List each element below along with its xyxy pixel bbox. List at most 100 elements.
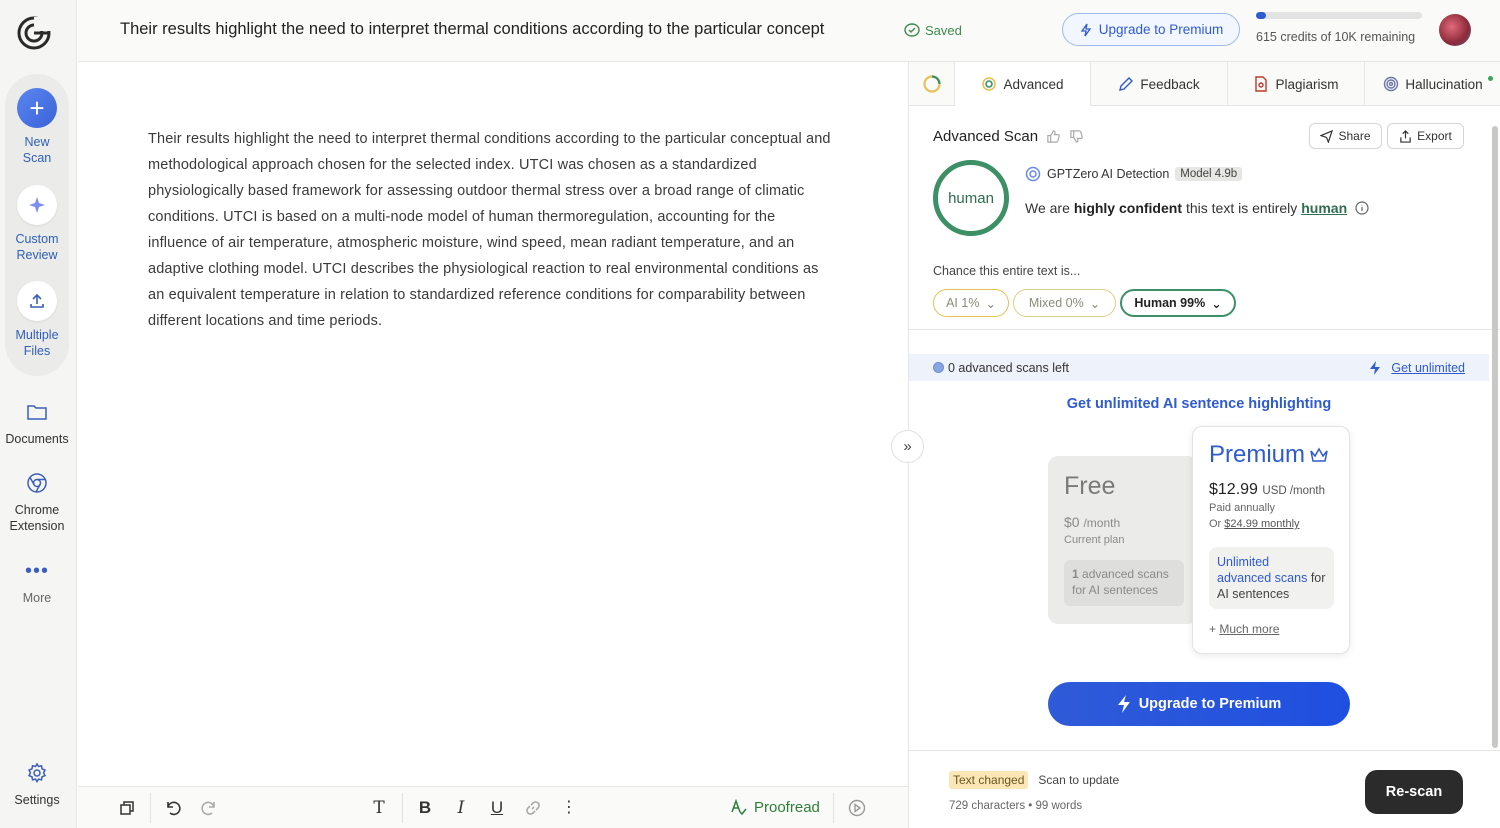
- result-gauge: human: [933, 160, 1009, 236]
- get-unlimited-link[interactable]: Get unlimited: [1369, 360, 1465, 375]
- chance-label: Chance this entire text is...: [933, 264, 1081, 278]
- play-button[interactable]: [846, 797, 868, 819]
- paid-annually-label: Paid annually: [1209, 502, 1276, 514]
- redo-button[interactable]: [198, 797, 220, 819]
- get-unlimited-label: Get unlimited: [1391, 360, 1465, 375]
- underline-button[interactable]: U: [486, 797, 508, 819]
- panel-scrollbar[interactable]: [1491, 114, 1499, 748]
- info-icon[interactable]: [1355, 201, 1369, 215]
- advanced-scan-title: Advanced Scan: [933, 128, 1039, 145]
- new-scan-label: New Scan: [22, 135, 52, 165]
- advanced-scan-icon: [982, 77, 997, 91]
- tab-plagiarism-label: Plagiarism: [1275, 76, 1339, 92]
- document-title[interactable]: Their results highlight the need to inte…: [120, 20, 824, 39]
- check-circle-icon: [904, 23, 920, 37]
- verdict-result: human: [1301, 200, 1348, 216]
- premium-plan-card[interactable]: Premium $12.99 USD /month Paid annually …: [1192, 426, 1350, 654]
- monthly-price-link[interactable]: $24.99 monthly: [1224, 518, 1299, 530]
- human-probability-chip[interactable]: Human 99% ⌄: [1120, 289, 1236, 317]
- thumbs-down-icon[interactable]: [1069, 129, 1084, 144]
- verdict-prefix: We are: [1025, 200, 1070, 216]
- tab-hallucination-label: Hallucination: [1405, 76, 1483, 92]
- divider: [909, 750, 1500, 751]
- share-button[interactable]: Share: [1309, 123, 1382, 149]
- avatar[interactable]: [1439, 14, 1471, 46]
- tab-plagiarism[interactable]: Plagiarism: [1228, 62, 1365, 106]
- credits-progress-fill: [1256, 12, 1267, 19]
- tab-feedback[interactable]: Feedback: [1091, 62, 1228, 106]
- redo-icon: [201, 801, 215, 816]
- upgrade-premium-top-button[interactable]: Upgrade to Premium: [1062, 13, 1240, 46]
- tab-hallucination[interactable]: Hallucination: [1365, 62, 1500, 106]
- model-badge: Model 4.9b: [1175, 167, 1243, 181]
- documents-label: Documents: [5, 432, 69, 446]
- bold-button[interactable]: B: [414, 797, 436, 819]
- more-dots-icon: •••: [24, 560, 49, 582]
- refresh-tab[interactable]: [909, 62, 955, 106]
- detector-name: GPTZero AI Detection: [1047, 167, 1170, 181]
- or-label: Or: [1209, 518, 1222, 530]
- editor-text[interactable]: Their results highlight the need to inte…: [148, 126, 838, 334]
- lightning-icon: [1080, 23, 1091, 36]
- credits-remaining-text: 615 credits of 10K remaining: [1256, 30, 1416, 44]
- character-word-count: 729 characters • 99 words: [949, 800, 1083, 812]
- free-plan-card: Free $0 /month Current plan 1 advanced s…: [1048, 456, 1198, 624]
- sparkle-icon: [17, 185, 57, 225]
- copy-button[interactable]: [116, 797, 138, 819]
- top-bar: Their results highlight the need to inte…: [78, 0, 1500, 62]
- lightning-icon: [1370, 360, 1381, 375]
- rescan-button[interactable]: Re-scan: [1365, 770, 1463, 814]
- tab-feedback-label: Feedback: [1140, 76, 1200, 92]
- verdict-text: We are highly confident this text is ent…: [1025, 200, 1369, 216]
- chrome-extension-button[interactable]: Chrome Extension: [0, 468, 74, 534]
- link-button[interactable]: [522, 797, 544, 819]
- gptzero-logo-icon[interactable]: [14, 13, 54, 53]
- settings-button[interactable]: Settings: [0, 758, 74, 808]
- chrome-extension-label: Chrome Extension: [9, 503, 65, 533]
- toolbar-divider: [833, 793, 834, 823]
- ai-probability-chip[interactable]: AI 1% ⌄: [933, 289, 1009, 317]
- much-more-row: + Much more: [1209, 622, 1279, 636]
- loading-ring-icon: [922, 75, 941, 93]
- proofread-button[interactable]: Proofread: [730, 798, 820, 816]
- text-style-button[interactable]: T: [368, 797, 390, 819]
- much-more-link[interactable]: Much more: [1219, 622, 1279, 636]
- plus-sign: +: [1209, 622, 1217, 636]
- double-chevron-right-icon: »: [903, 438, 912, 455]
- copy-icon: [120, 801, 134, 815]
- documents-button[interactable]: Documents: [0, 397, 74, 447]
- thumbs-up-icon[interactable]: [1046, 129, 1061, 144]
- scans-left-text: 0 advanced scans left: [948, 360, 1069, 375]
- more-options-button[interactable]: ⋮: [558, 797, 580, 819]
- text-changed-row: Text changed Scan to update: [949, 771, 1119, 789]
- collapse-panel-button[interactable]: »: [891, 430, 924, 463]
- undo-button[interactable]: [162, 797, 184, 819]
- editor-area[interactable]: Their results highlight the need to inte…: [78, 62, 908, 786]
- multiple-files-label: Multiple Files: [15, 328, 59, 358]
- tab-advanced[interactable]: Advanced: [955, 62, 1091, 106]
- gauge-label: human: [948, 189, 994, 207]
- mixed-probability-chip[interactable]: Mixed 0% ⌄: [1013, 289, 1116, 317]
- custom-review-button[interactable]: Custom Review: [0, 185, 74, 263]
- chevron-down-icon: ⌄: [1211, 296, 1222, 311]
- current-plan-label: Current plan: [1064, 534, 1125, 546]
- new-scan-button[interactable]: + New Scan: [0, 88, 74, 166]
- upgrade-premium-button[interactable]: Upgrade to Premium: [1048, 682, 1350, 726]
- free-price-value: $0: [1064, 514, 1080, 530]
- multiple-files-button[interactable]: Multiple Files: [0, 281, 74, 359]
- free-plan-feature: 1 advanced scans for AI sentences: [1064, 560, 1184, 606]
- premium-feature-highlight: Unlimited advanced scans: [1217, 555, 1308, 585]
- more-button[interactable]: ••• More: [0, 556, 74, 606]
- toolbar-divider: [402, 793, 403, 823]
- italic-button[interactable]: I: [450, 797, 472, 819]
- divider: [909, 329, 1500, 330]
- share-label: Share: [1338, 129, 1371, 143]
- export-button[interactable]: Export: [1387, 123, 1464, 149]
- free-price-period: /month: [1083, 516, 1121, 530]
- proofread-label: Proofread: [754, 798, 820, 816]
- text-style-icon: T: [373, 798, 385, 818]
- upgrade-premium-label: Upgrade to Premium: [1138, 696, 1282, 712]
- settings-label: Settings: [14, 793, 60, 807]
- scrollbar-thumb[interactable]: [1492, 126, 1498, 748]
- pen-icon: [1119, 77, 1134, 91]
